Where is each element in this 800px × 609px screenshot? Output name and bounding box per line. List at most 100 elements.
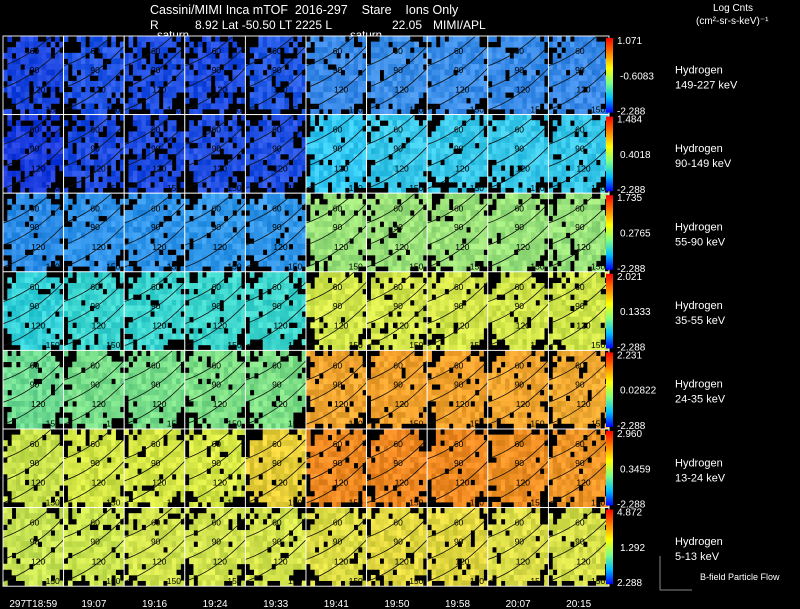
pixel xyxy=(336,215,342,222)
pixel xyxy=(89,266,95,272)
pixel xyxy=(353,47,359,54)
pixel xyxy=(531,86,536,93)
pixel xyxy=(440,108,445,115)
pixel xyxy=(254,221,259,228)
pixel xyxy=(353,97,359,104)
pixel xyxy=(539,238,545,245)
pixel xyxy=(535,58,541,65)
pixel xyxy=(210,254,216,261)
contour-label: 90 xyxy=(393,65,403,75)
pixel xyxy=(565,92,571,99)
pixel xyxy=(440,125,445,132)
pixel xyxy=(111,165,116,172)
pixel xyxy=(310,69,316,76)
pixel xyxy=(137,210,142,217)
pixel xyxy=(505,215,510,222)
pixel xyxy=(522,153,528,160)
pixel xyxy=(24,41,30,48)
pixel xyxy=(193,148,199,155)
contour-label: 120 xyxy=(213,163,227,173)
contour-label: 90 xyxy=(30,65,40,75)
pixel xyxy=(223,75,229,82)
pixel xyxy=(288,64,294,71)
pixel xyxy=(20,92,26,99)
pixel xyxy=(548,193,554,200)
pixel xyxy=(7,47,13,54)
pixel xyxy=(20,148,26,155)
pixel xyxy=(470,226,476,233)
pixel xyxy=(323,243,329,250)
pixel xyxy=(80,64,86,71)
pixel xyxy=(228,86,233,93)
pixel xyxy=(327,215,333,222)
pixel xyxy=(318,64,324,71)
pixel xyxy=(288,120,294,127)
pixel xyxy=(414,148,419,155)
pixel xyxy=(284,176,290,183)
pixel xyxy=(85,103,90,110)
pixel xyxy=(561,226,567,233)
pixel xyxy=(150,232,155,239)
contour-label: 60 xyxy=(272,125,282,135)
pixel xyxy=(509,159,515,166)
contour-label: 150 xyxy=(349,262,363,272)
pixel xyxy=(500,243,506,250)
pixel xyxy=(448,64,454,71)
pixel xyxy=(202,92,207,99)
pixel xyxy=(578,137,584,144)
pixel xyxy=(63,254,69,261)
pixel xyxy=(85,80,90,87)
pixel xyxy=(431,243,437,250)
contour-label: 90 xyxy=(212,222,222,232)
pixel xyxy=(111,170,116,177)
pixel xyxy=(275,254,281,261)
pixel xyxy=(189,120,194,127)
pixel xyxy=(327,137,333,144)
pixel xyxy=(197,125,203,132)
pixel xyxy=(318,142,324,149)
pixel xyxy=(435,254,441,261)
pixel xyxy=(145,80,151,87)
pixel xyxy=(24,69,30,76)
pixel xyxy=(150,254,155,261)
pixel xyxy=(388,142,393,149)
pixel xyxy=(409,232,415,239)
pixel xyxy=(392,75,398,82)
pixel xyxy=(444,103,450,110)
pixel xyxy=(163,131,168,138)
pixel xyxy=(379,198,385,205)
pixel xyxy=(50,254,56,261)
pixel xyxy=(202,187,207,194)
pixel xyxy=(496,170,502,177)
pixel xyxy=(596,86,601,93)
pixel xyxy=(444,165,450,172)
pixel xyxy=(557,221,562,228)
pixel xyxy=(167,97,173,104)
pixel xyxy=(310,266,316,272)
pixel xyxy=(80,215,86,222)
pixel xyxy=(375,204,380,211)
pixel xyxy=(76,198,82,205)
pixel xyxy=(405,204,411,211)
pixel xyxy=(453,75,458,82)
pixel xyxy=(440,52,445,59)
pixel xyxy=(444,148,450,155)
pixel xyxy=(392,254,398,261)
pixel xyxy=(414,142,419,149)
pixel xyxy=(539,243,545,250)
pixel xyxy=(396,97,402,104)
pixel xyxy=(41,204,47,211)
pixel xyxy=(375,221,380,228)
pixel xyxy=(54,193,60,200)
pixel xyxy=(271,254,277,261)
pixel xyxy=(474,204,480,211)
contour-label: 150 xyxy=(167,262,181,272)
pixel xyxy=(370,142,376,149)
pixel xyxy=(336,97,342,104)
pixel xyxy=(318,210,324,217)
pixel xyxy=(50,243,56,250)
pixel xyxy=(202,193,207,200)
pixel xyxy=(297,120,303,127)
pixel xyxy=(518,187,523,194)
pixel xyxy=(570,193,575,200)
